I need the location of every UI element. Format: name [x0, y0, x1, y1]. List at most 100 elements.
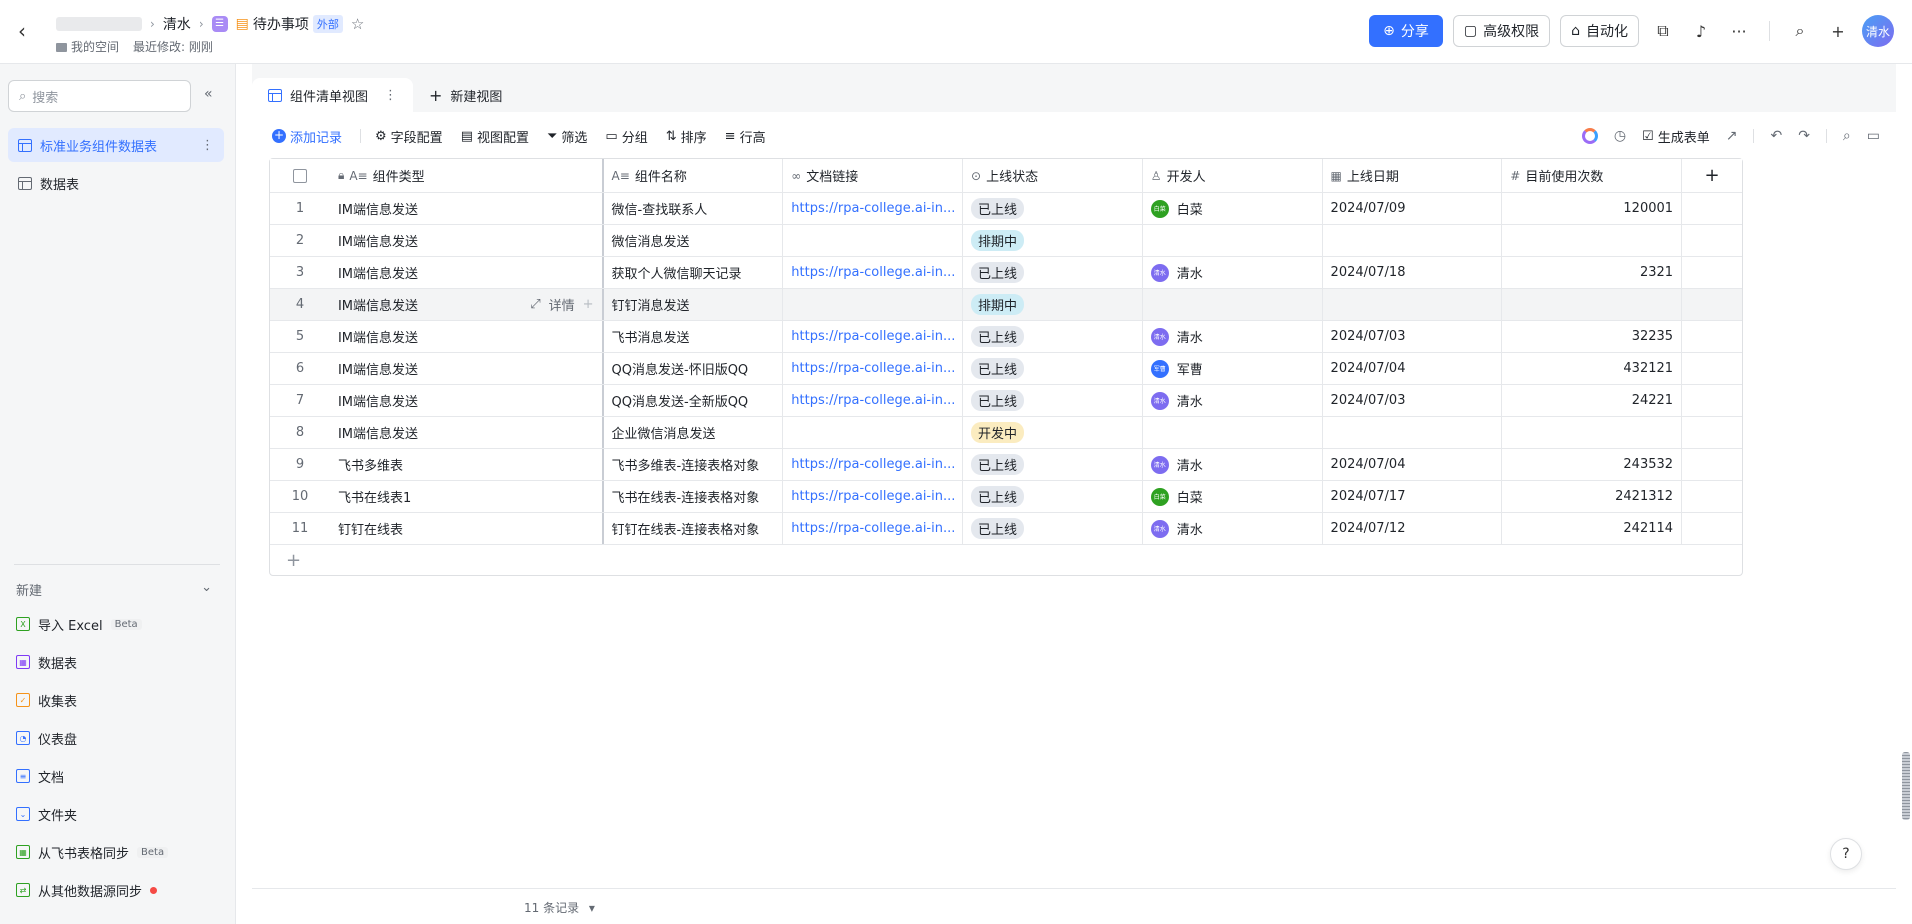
star-icon[interactable]: ☆ — [351, 15, 364, 33]
cell-usage-count[interactable]: 24221 — [1502, 385, 1683, 416]
add-record-button[interactable]: + 添加记录 — [272, 127, 342, 146]
new-item-excel[interactable]: X 导入 Excel Beta — [16, 612, 142, 636]
cell-status[interactable]: 已上线 — [963, 193, 1143, 224]
cell-usage-count[interactable] — [1502, 289, 1683, 320]
cell-type[interactable]: IM端信息发送 — [330, 193, 604, 224]
table-row[interactable]: 4 IM端信息发送 ⤢ 详情 + 钉钉消息发送 排期中 — [270, 289, 1742, 321]
doc-link[interactable]: https://rpa-college.ai-in... — [791, 393, 955, 408]
column-header-type[interactable]: 🔒︎ A≡ 组件类型 — [330, 159, 604, 192]
table-row[interactable]: 11 钉钉在线表 钉钉在线表-连接表格对象 https://rpa-college.a… — [270, 513, 1742, 545]
column-header-date[interactable]: ▦ 上线日期 — [1323, 159, 1503, 192]
cell-name[interactable]: 微信-查找联系人 — [604, 193, 784, 224]
back-arrow-icon[interactable]: ‹ — [18, 20, 40, 42]
cell-status[interactable]: 已上线 — [963, 321, 1143, 352]
row-detail-button[interactable]: ⤢ 详情 + — [530, 289, 593, 320]
cell-date[interactable]: 2024/07/18 — [1323, 257, 1503, 288]
record-count-dropdown[interactable]: 11 条记录 ▾ — [524, 899, 595, 916]
cell-link[interactable] — [783, 289, 964, 320]
tab-new-view[interactable]: + 新建视图 — [413, 78, 518, 112]
cell-link[interactable]: https://rpa-college.ai-in... — [783, 449, 964, 480]
cell-date[interactable] — [1323, 289, 1503, 320]
search-input[interactable]: ⌕ 搜索 — [8, 80, 191, 112]
history-icon[interactable]: ◷ — [1614, 128, 1626, 144]
new-item-dashboard[interactable]: ◔ 仪表盘 — [16, 726, 77, 750]
cell-name[interactable]: 飞书消息发送 — [604, 321, 784, 352]
plus-icon[interactable]: + — [583, 297, 594, 312]
cell-name[interactable]: 钉钉在线表-连接表格对象 — [604, 513, 784, 544]
add-column-button[interactable]: + — [1682, 159, 1742, 192]
sidebar-item-datatable[interactable]: 数据表 — [8, 166, 224, 200]
add-row-button[interactable]: + — [270, 545, 1742, 575]
new-section-header[interactable]: 新建 ⌄ — [16, 580, 212, 599]
cell-developer[interactable]: 白菜 白菜 — [1143, 481, 1323, 512]
doc-link[interactable]: https://rpa-college.ai-in... — [791, 201, 955, 216]
cell-developer[interactable]: 清水 清水 — [1143, 257, 1323, 288]
table-row[interactable]: 2 IM端信息发送 微信消息发送 排期中 — [270, 225, 1742, 257]
cell-type[interactable]: 飞书在线表1 — [330, 481, 604, 512]
cell-link[interactable] — [783, 225, 964, 256]
breadcrumb-root-redacted[interactable] — [56, 17, 142, 31]
cell-date[interactable]: 2024/07/03 — [1323, 321, 1503, 352]
cell-name[interactable]: QQ消息发送-全新版QQ — [604, 385, 784, 416]
cell-status[interactable]: 已上线 — [963, 449, 1143, 480]
cell-link[interactable]: https://rpa-college.ai-in... — [783, 321, 964, 352]
cell-developer[interactable] — [1143, 417, 1323, 448]
cell-date[interactable]: 2024/07/17 — [1323, 481, 1503, 512]
scrollbar[interactable] — [1902, 752, 1910, 820]
tab-component-list-view[interactable]: 组件清单视图 ⋮ — [252, 78, 414, 112]
cell-usage-count[interactable]: 120001 — [1502, 193, 1683, 224]
cell-date[interactable]: 2024/07/09 — [1323, 193, 1503, 224]
plugin-icon[interactable]: ⧉ — [1649, 17, 1677, 45]
cell-usage-count[interactable]: 2321 — [1502, 257, 1683, 288]
field-config-button[interactable]: ⚙ 字段配置 — [375, 127, 443, 146]
sidebar-item-standard-table[interactable]: 标准业务组件数据表 ⋮ — [8, 128, 224, 162]
cell-link[interactable] — [783, 417, 964, 448]
cell-developer[interactable]: 白菜 白菜 — [1143, 193, 1323, 224]
cell-type[interactable]: 飞书多维表 — [330, 449, 604, 480]
cell-link[interactable]: https://rpa-college.ai-in... — [783, 513, 964, 544]
cell-date[interactable]: 2024/07/12 — [1323, 513, 1503, 544]
share-button[interactable]: ⊕ 分享 — [1369, 15, 1443, 47]
cell-developer[interactable]: 清水 清水 — [1143, 513, 1323, 544]
automation-button[interactable]: ⌂ 自动化 — [1560, 15, 1639, 47]
cell-status[interactable]: 已上线 — [963, 385, 1143, 416]
doc-link[interactable]: https://rpa-college.ai-in... — [791, 265, 955, 280]
row-height-button[interactable]: ≡ 行高 — [725, 127, 766, 146]
cell-status[interactable]: 开发中 — [963, 417, 1143, 448]
cell-developer[interactable]: 清水 清水 — [1143, 385, 1323, 416]
table-row[interactable]: 6 IM端信息发送 QQ消息发送-怀旧版QQ https://rpa-college.… — [270, 353, 1742, 385]
cell-name[interactable]: 钉钉消息发送 — [604, 289, 784, 320]
cell-link[interactable]: https://rpa-college.ai-in... — [783, 385, 964, 416]
table-row[interactable]: 10 飞书在线表1 飞书在线表-连接表格对象 https://rpa-college.… — [270, 481, 1742, 513]
doc-link[interactable]: https://rpa-college.ai-in... — [791, 489, 955, 504]
collapse-sidebar-icon[interactable]: « — [204, 86, 213, 102]
filter-button[interactable]: ⏷ 筛选 — [547, 127, 587, 146]
column-header-name[interactable]: A≡ 组件名称 — [604, 159, 784, 192]
more-vertical-icon[interactable]: ⋮ — [384, 88, 397, 103]
new-item-doc[interactable]: ≡ 文档 — [16, 764, 64, 788]
cell-usage-count[interactable]: 2421312 — [1502, 481, 1683, 512]
cell-date[interactable] — [1323, 417, 1503, 448]
cell-type[interactable]: IM端信息发送 — [330, 225, 604, 256]
cell-date[interactable]: 2024/07/04 — [1323, 353, 1503, 384]
cell-link[interactable]: https://rpa-college.ai-in... — [783, 193, 964, 224]
sort-button[interactable]: ⇅ 排序 — [666, 127, 707, 146]
cell-type[interactable]: IM端信息发送 — [330, 321, 604, 352]
new-item-sheet-sync[interactable]: ▦ 从飞书表格同步 Beta — [16, 840, 169, 864]
cell-name[interactable]: 微信消息发送 — [604, 225, 784, 256]
cell-type[interactable]: IM端信息发送 — [330, 257, 604, 288]
more-vertical-icon[interactable]: ⋮ — [201, 138, 214, 153]
cell-date[interactable]: 2024/07/03 — [1323, 385, 1503, 416]
cell-usage-count[interactable] — [1502, 225, 1683, 256]
cell-usage-count[interactable] — [1502, 417, 1683, 448]
column-header-status[interactable]: ⊙ 上线状态 — [963, 159, 1143, 192]
search-records-icon[interactable]: ⌕ — [1843, 128, 1851, 144]
cell-date[interactable]: 2024/07/04 — [1323, 449, 1503, 480]
bell-icon[interactable]: ♪ — [1687, 17, 1715, 45]
location-label[interactable]: 我的空间 — [56, 38, 119, 55]
cell-type[interactable]: IM端信息发送 — [330, 385, 604, 416]
new-item-folder[interactable]: ⌄ 文件夹 — [16, 802, 77, 826]
cell-developer[interactable] — [1143, 289, 1323, 320]
doc-link[interactable]: https://rpa-college.ai-in... — [791, 521, 955, 536]
view-config-button[interactable]: ▤ 视图配置 — [461, 127, 529, 146]
